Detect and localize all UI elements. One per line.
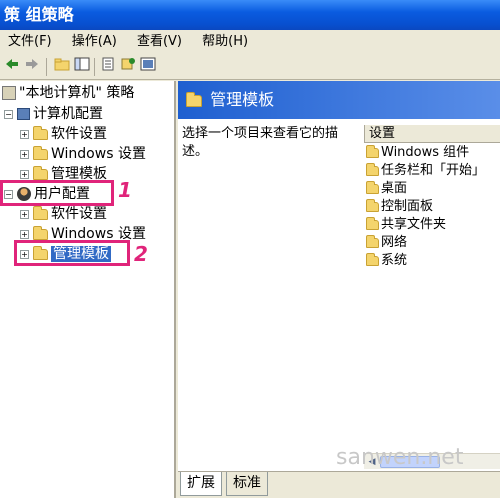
folder-icon (33, 125, 48, 140)
tree-item-label: Windows 设置 (51, 146, 146, 162)
back-arrow-icon[interactable] (2, 57, 22, 77)
expand-icon[interactable]: + (20, 129, 29, 139)
list-item[interactable]: Windows 组件 (366, 144, 469, 162)
list-item-label: 网络 (381, 235, 408, 250)
tab-standard[interactable]: 标准 (226, 472, 268, 496)
list-item-label: 控制面板 (381, 199, 434, 214)
list-item[interactable]: 系统 (366, 252, 407, 270)
tree-item-cc-windows[interactable]: + Windows 设置 (20, 144, 146, 164)
menu-action[interactable]: 操作(A) (64, 30, 125, 54)
list-item[interactable]: 共享文件夹 (366, 216, 446, 234)
menu-view[interactable]: 查看(V) (129, 30, 190, 54)
list-item[interactable]: 控制面板 (366, 198, 433, 216)
tree-item-root[interactable]: "本地计算机" 策略 (2, 83, 134, 103)
folder-icon (33, 205, 48, 220)
folder-icon (366, 216, 379, 230)
details-header: 管理模板 (178, 81, 500, 119)
policy-icon (2, 86, 16, 100)
toolbar (0, 54, 500, 80)
toolbar-separator (94, 58, 95, 76)
list-item-label: 共享文件夹 (381, 217, 447, 232)
list-item[interactable]: 网络 (366, 234, 407, 252)
tree-item-uc-software[interactable]: + 软件设置 (20, 204, 107, 224)
folder-icon (366, 198, 379, 212)
folder-icon (33, 145, 48, 160)
tree-pane: "本地计算机" 策略 − 计算机配置 + 软件设置 + Windows 设置 + 管理模… (0, 81, 176, 498)
list-item[interactable]: 任务栏和「开始」 (366, 162, 485, 180)
column-header-setting[interactable]: 设置 (364, 125, 500, 143)
watermark-text: sanwen.net (336, 445, 464, 470)
properties-icon[interactable] (98, 57, 118, 77)
computer-icon (17, 108, 30, 120)
folder-icon (33, 165, 48, 180)
toolbar-separator (46, 58, 47, 76)
tree-item-label: 计算机配置 (33, 106, 103, 122)
description-text: 选择一个项目来查看它的描述。 (182, 126, 339, 159)
tree-item-label: 软件设置 (51, 206, 107, 222)
title-bar: 策 组策略 (0, 0, 500, 30)
expand-icon[interactable]: + (20, 149, 29, 159)
tab-extended[interactable]: 扩展 (180, 472, 222, 496)
folder-icon (366, 180, 379, 194)
list-item-label: Windows 组件 (381, 145, 470, 160)
show-tree-icon[interactable] (72, 57, 92, 77)
menu-file[interactable]: 文件(F) (0, 30, 60, 54)
tree-item-label: "本地计算机" 策略 (19, 85, 135, 101)
window-title: 策 组策略 (4, 5, 74, 24)
callout-number-2: 2 (134, 242, 148, 266)
callout-number-1: 1 (118, 178, 132, 202)
forward-arrow-icon[interactable] (22, 57, 42, 77)
folder-icon (366, 234, 379, 248)
list-item-label: 系统 (381, 253, 408, 268)
list-item-label: 桌面 (381, 181, 408, 196)
list-item[interactable]: 桌面 (366, 180, 407, 198)
tree-item-computer-config[interactable]: − 计算机配置 (4, 104, 103, 124)
tree-item-cc-software[interactable]: + 软件设置 (20, 124, 107, 144)
expand-icon[interactable]: + (20, 209, 29, 219)
folder-icon (366, 162, 379, 176)
help-icon[interactable] (138, 57, 158, 77)
folder-icon (366, 144, 379, 158)
expand-icon[interactable]: + (20, 229, 29, 239)
expand-icon[interactable]: + (20, 169, 29, 179)
menu-help[interactable]: 帮助(H) (194, 30, 256, 54)
folder-icon (186, 91, 202, 107)
list-item-label: 任务栏和「开始」 (381, 163, 486, 178)
folder-icon (33, 225, 48, 240)
highlight-box-user-config (0, 180, 114, 206)
collapse-icon[interactable]: − (4, 109, 13, 119)
details-pane: 管理模板 选择一个项目来查看它的描述。 设置 Windows 组件 任务栏和「开… (178, 81, 500, 498)
up-folder-icon[interactable] (52, 57, 72, 77)
export-list-icon[interactable] (118, 57, 138, 77)
folder-icon (366, 252, 379, 266)
details-header-title: 管理模板 (210, 90, 275, 109)
highlight-box-admin-templates (14, 240, 130, 266)
view-tabs: 扩展 标准 (178, 471, 500, 498)
tree-item-label: 软件设置 (51, 126, 107, 142)
menu-bar: 文件(F) 操作(A) 查看(V) 帮助(H) (0, 30, 500, 54)
